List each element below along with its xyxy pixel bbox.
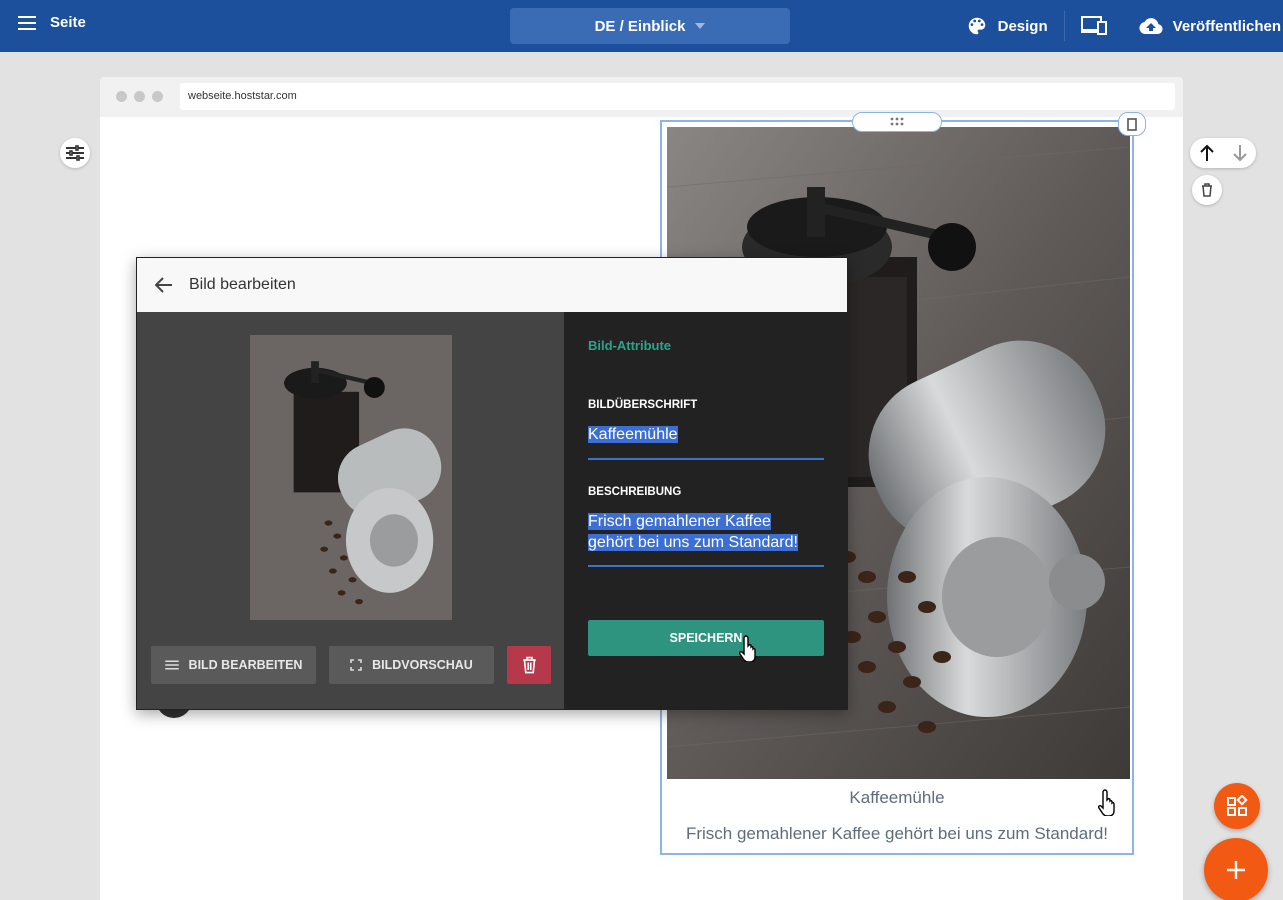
hamburger-icon bbox=[18, 15, 36, 30]
edit-image-label: BILD BEARBEITEN bbox=[188, 658, 303, 672]
description-label: BESCHREIBUNG bbox=[588, 486, 682, 498]
browser-frame: webseite.hoststar.com bbox=[100, 77, 1183, 117]
hand-cursor-icon bbox=[739, 635, 756, 662]
drag-dots-icon bbox=[890, 117, 904, 126]
image-thumbnail bbox=[250, 335, 452, 620]
caption-label: BILDÜBERSCHRIFT bbox=[588, 399, 698, 411]
move-controls bbox=[1190, 138, 1256, 168]
image-caption-description: Frisch gemahlener Kaffee gehört bei uns … bbox=[685, 824, 1109, 843]
widgets-icon bbox=[1227, 795, 1248, 816]
language-page-select[interactable]: DE / Einblick bbox=[510, 8, 790, 44]
url-bar: webseite.hoststar.com bbox=[180, 83, 1175, 110]
image-preview-label: BILDVORSCHAU bbox=[372, 658, 473, 672]
publish-button[interactable]: Veröffentlichen bbox=[1123, 0, 1283, 52]
description-line-2: gehört bei uns zum Standard! bbox=[588, 534, 798, 551]
dialog-image-panel: BILD BEARBEITEN BILDVORSCHAU bbox=[137, 312, 564, 709]
cloud-upload-icon bbox=[1139, 18, 1163, 34]
window-dots bbox=[116, 91, 163, 102]
trash-icon bbox=[522, 656, 536, 674]
dialog-title: Bild bearbeiten bbox=[189, 276, 296, 293]
page-menu-button[interactable]: Seite bbox=[18, 14, 86, 31]
arrow-up-icon[interactable] bbox=[1198, 144, 1216, 162]
caption-value: Kaffeemühle bbox=[588, 426, 678, 443]
dialog-header: Bild bearbeiten bbox=[137, 258, 847, 312]
add-element-button[interactable] bbox=[1204, 838, 1268, 900]
element-copy-button[interactable] bbox=[1118, 112, 1146, 136]
attributes-heading: Bild-Attribute bbox=[588, 338, 672, 353]
edit-image-dialog: Bild bearbeiten BILD BEARBEITEN BILDVORS… bbox=[136, 257, 848, 710]
design-button[interactable]: Design bbox=[950, 0, 1064, 52]
arrow-down-icon[interactable] bbox=[1231, 144, 1249, 162]
image-caption-title: Kaffeemühle bbox=[849, 788, 945, 807]
device-preview-button[interactable] bbox=[1065, 0, 1123, 52]
description-textarea[interactable]: Frisch gemahlener Kaffee gehört bei uns … bbox=[588, 511, 824, 567]
image-attributes-panel: Bild-Attribute BILDÜBERSCHRIFT Kaffeemüh… bbox=[564, 312, 847, 709]
palette-icon bbox=[968, 17, 985, 35]
trash-icon bbox=[1202, 183, 1212, 197]
design-label: Design bbox=[997, 17, 1048, 35]
back-arrow-icon[interactable] bbox=[155, 277, 173, 293]
plus-icon bbox=[1227, 861, 1245, 879]
copy-icon bbox=[1127, 117, 1137, 131]
sliders-icon bbox=[164, 660, 179, 670]
drag-handle[interactable] bbox=[852, 112, 942, 132]
page-menu-label: Seite bbox=[50, 14, 86, 31]
top-bar: Seite DE / Einblick Design Veröffentlich… bbox=[0, 0, 1283, 52]
devices-icon bbox=[1080, 16, 1107, 35]
sliders-icon bbox=[66, 145, 84, 161]
publish-label: Veröffentlichen bbox=[1172, 17, 1281, 35]
language-page-label: DE / Einblick bbox=[594, 17, 686, 35]
image-preview-button[interactable]: BILDVORSCHAU bbox=[329, 646, 494, 684]
caption-input[interactable]: Kaffeemühle bbox=[588, 424, 824, 460]
widgets-button[interactable] bbox=[1214, 783, 1260, 829]
fullscreen-icon bbox=[350, 659, 362, 671]
save-button[interactable]: SPEICHERN bbox=[588, 620, 824, 656]
delete-section-button[interactable] bbox=[1192, 175, 1222, 205]
hand-cursor-icon bbox=[1098, 789, 1115, 816]
section-settings-button[interactable] bbox=[60, 138, 90, 168]
delete-image-button[interactable] bbox=[507, 646, 551, 684]
description-line-1: Frisch gemahlener Kaffee bbox=[588, 513, 771, 530]
chevron-down-icon bbox=[695, 23, 706, 29]
edit-image-button[interactable]: BILD BEARBEITEN bbox=[151, 646, 316, 684]
